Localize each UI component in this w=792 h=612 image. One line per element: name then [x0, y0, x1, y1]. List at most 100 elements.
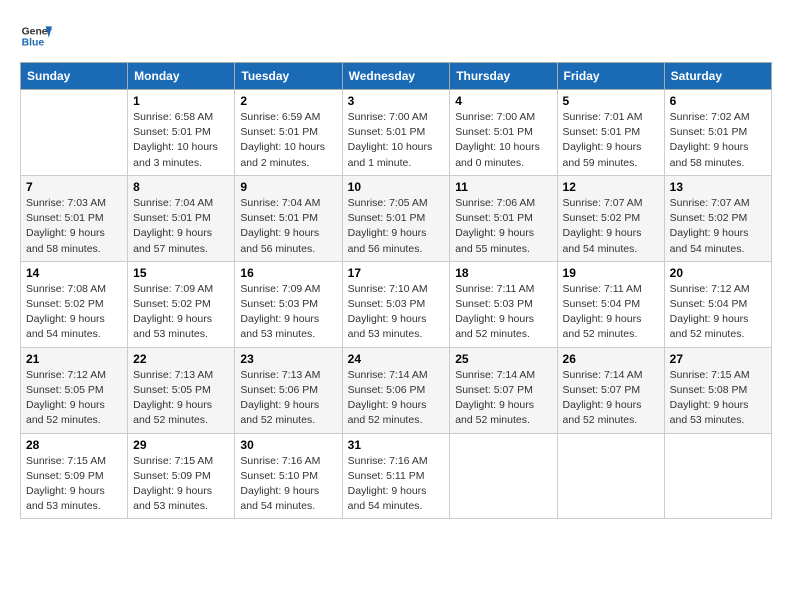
- calendar-week-5: 28 Sunrise: 7:15 AM Sunset: 5:09 PM Dayli…: [21, 433, 772, 519]
- day-number: 15: [133, 266, 229, 280]
- day-info: Sunrise: 7:14 AM Sunset: 5:07 PM Dayligh…: [563, 368, 659, 429]
- day-info: Sunrise: 7:07 AM Sunset: 5:02 PM Dayligh…: [563, 196, 659, 257]
- calendar-cell: 19Sunrise: 7:11 AM Sunset: 5:04 PM Dayli…: [557, 261, 664, 347]
- calendar-cell: 25 Sunrise: 7:14 AM Sunset: 5:07 PM Dayli…: [450, 347, 557, 433]
- day-number: 1: [133, 94, 229, 108]
- calendar-cell: [450, 433, 557, 519]
- calendar-cell: 20 Sunrise: 7:12 AM Sunset: 5:04 PM Dayli…: [664, 261, 771, 347]
- day-number: 26: [563, 352, 659, 366]
- calendar-cell: 14Sunrise: 7:08 AM Sunset: 5:02 PM Dayli…: [21, 261, 128, 347]
- day-info: Sunrise: 7:01 AM Sunset: 5:01 PM Dayligh…: [563, 110, 659, 171]
- header-tuesday: Tuesday: [235, 63, 342, 90]
- day-number: 21: [26, 352, 122, 366]
- day-number: 27: [670, 352, 766, 366]
- calendar-cell: 26 Sunrise: 7:14 AM Sunset: 5:07 PM Dayli…: [557, 347, 664, 433]
- day-number: 10: [348, 180, 445, 194]
- day-number: 11: [455, 180, 551, 194]
- calendar-cell: 23Sunrise: 7:13 AM Sunset: 5:06 PM Dayli…: [235, 347, 342, 433]
- header-thursday: Thursday: [450, 63, 557, 90]
- calendar-cell: 17 Sunrise: 7:10 AM Sunset: 5:03 PM Dayli…: [342, 261, 450, 347]
- calendar-cell: 27Sunrise: 7:15 AM Sunset: 5:08 PM Dayli…: [664, 347, 771, 433]
- calendar-cell: 2 Sunrise: 6:59 AM Sunset: 5:01 PM Daylig…: [235, 90, 342, 176]
- day-info: Sunrise: 7:16 AM Sunset: 5:11 PM Dayligh…: [348, 454, 445, 515]
- day-number: 18: [455, 266, 551, 280]
- header-saturday: Saturday: [664, 63, 771, 90]
- calendar-week-4: 21 Sunrise: 7:12 AM Sunset: 5:05 PM Dayli…: [21, 347, 772, 433]
- calendar-cell: 6 Sunrise: 7:02 AM Sunset: 5:01 PM Daylig…: [664, 90, 771, 176]
- day-number: 25: [455, 352, 551, 366]
- svg-text:Blue: Blue: [22, 38, 45, 49]
- day-info: Sunrise: 7:11 AM Sunset: 5:04 PM Dayligh…: [563, 282, 659, 343]
- calendar-cell: 4 Sunrise: 7:00 AM Sunset: 5:01 PM Daylig…: [450, 90, 557, 176]
- day-number: 29: [133, 438, 229, 452]
- day-info: Sunrise: 7:14 AM Sunset: 5:06 PM Dayligh…: [348, 368, 445, 429]
- day-info: Sunrise: 7:16 AM Sunset: 5:10 PM Dayligh…: [240, 454, 336, 515]
- day-info: Sunrise: 7:15 AM Sunset: 5:09 PM Dayligh…: [133, 454, 229, 515]
- day-number: 4: [455, 94, 551, 108]
- calendar-cell: 11 Sunrise: 7:06 AM Sunset: 5:01 PM Dayli…: [450, 175, 557, 261]
- day-number: 13: [670, 180, 766, 194]
- calendar-cell: 28 Sunrise: 7:15 AM Sunset: 5:09 PM Dayli…: [21, 433, 128, 519]
- calendar-cell: 8 Sunrise: 7:04 AM Sunset: 5:01 PM Daylig…: [128, 175, 235, 261]
- logo-icon: General Blue: [20, 20, 52, 52]
- header-sunday: Sunday: [21, 63, 128, 90]
- calendar-cell: 31Sunrise: 7:16 AM Sunset: 5:11 PM Dayli…: [342, 433, 450, 519]
- day-info: Sunrise: 7:14 AM Sunset: 5:07 PM Dayligh…: [455, 368, 551, 429]
- calendar-cell: 24 Sunrise: 7:14 AM Sunset: 5:06 PM Dayli…: [342, 347, 450, 433]
- calendar-cell: 22 Sunrise: 7:13 AM Sunset: 5:05 PM Dayli…: [128, 347, 235, 433]
- calendar-cell: 3 Sunrise: 7:00 AM Sunset: 5:01 PM Daylig…: [342, 90, 450, 176]
- calendar-week-1: 1 Sunrise: 6:58 AM Sunset: 5:01 PM Daylig…: [21, 90, 772, 176]
- day-number: 5: [563, 94, 659, 108]
- day-number: 22: [133, 352, 229, 366]
- day-number: 12: [563, 180, 659, 194]
- header-monday: Monday: [128, 63, 235, 90]
- day-number: 8: [133, 180, 229, 194]
- day-info: Sunrise: 7:12 AM Sunset: 5:05 PM Dayligh…: [26, 368, 122, 429]
- day-info: Sunrise: 7:10 AM Sunset: 5:03 PM Dayligh…: [348, 282, 445, 343]
- day-number: 3: [348, 94, 445, 108]
- logo: General Blue: [20, 20, 52, 52]
- calendar-cell: 21 Sunrise: 7:12 AM Sunset: 5:05 PM Dayli…: [21, 347, 128, 433]
- calendar-cell: [557, 433, 664, 519]
- calendar-cell: 1 Sunrise: 6:58 AM Sunset: 5:01 PM Daylig…: [128, 90, 235, 176]
- day-info: Sunrise: 7:00 AM Sunset: 5:01 PM Dayligh…: [348, 110, 445, 171]
- day-info: Sunrise: 7:05 AM Sunset: 5:01 PM Dayligh…: [348, 196, 445, 257]
- day-info: Sunrise: 7:07 AM Sunset: 5:02 PM Dayligh…: [670, 196, 766, 257]
- day-info: Sunrise: 7:06 AM Sunset: 5:01 PM Dayligh…: [455, 196, 551, 257]
- calendar-table: SundayMondayTuesdayWednesdayThursdayFrid…: [20, 62, 772, 519]
- day-info: Sunrise: 6:58 AM Sunset: 5:01 PM Dayligh…: [133, 110, 229, 171]
- day-number: 6: [670, 94, 766, 108]
- page-header: General Blue: [20, 20, 772, 52]
- day-number: 23: [240, 352, 336, 366]
- day-number: 14: [26, 266, 122, 280]
- day-info: Sunrise: 7:02 AM Sunset: 5:01 PM Dayligh…: [670, 110, 766, 171]
- day-info: Sunrise: 7:04 AM Sunset: 5:01 PM Dayligh…: [133, 196, 229, 257]
- calendar-cell: 13 Sunrise: 7:07 AM Sunset: 5:02 PM Dayli…: [664, 175, 771, 261]
- calendar-cell: 18Sunrise: 7:11 AM Sunset: 5:03 PM Dayli…: [450, 261, 557, 347]
- calendar-cell: 9Sunrise: 7:04 AM Sunset: 5:01 PM Daylig…: [235, 175, 342, 261]
- day-number: 7: [26, 180, 122, 194]
- calendar-cell: 15 Sunrise: 7:09 AM Sunset: 5:02 PM Dayli…: [128, 261, 235, 347]
- day-number: 24: [348, 352, 445, 366]
- header-wednesday: Wednesday: [342, 63, 450, 90]
- day-number: 2: [240, 94, 336, 108]
- day-info: Sunrise: 7:13 AM Sunset: 5:05 PM Dayligh…: [133, 368, 229, 429]
- calendar-week-3: 14Sunrise: 7:08 AM Sunset: 5:02 PM Dayli…: [21, 261, 772, 347]
- calendar-cell: 30 Sunrise: 7:16 AM Sunset: 5:10 PM Dayli…: [235, 433, 342, 519]
- day-info: Sunrise: 7:00 AM Sunset: 5:01 PM Dayligh…: [455, 110, 551, 171]
- calendar-cell: 5 Sunrise: 7:01 AM Sunset: 5:01 PM Daylig…: [557, 90, 664, 176]
- day-number: 28: [26, 438, 122, 452]
- day-number: 9: [240, 180, 336, 194]
- day-info: Sunrise: 7:03 AM Sunset: 5:01 PM Dayligh…: [26, 196, 122, 257]
- day-info: Sunrise: 6:59 AM Sunset: 5:01 PM Dayligh…: [240, 110, 336, 171]
- day-info: Sunrise: 7:09 AM Sunset: 5:02 PM Dayligh…: [133, 282, 229, 343]
- day-number: 30: [240, 438, 336, 452]
- calendar-cell: 16Sunrise: 7:09 AM Sunset: 5:03 PM Dayli…: [235, 261, 342, 347]
- day-info: Sunrise: 7:15 AM Sunset: 5:09 PM Dayligh…: [26, 454, 122, 515]
- calendar-week-2: 7 Sunrise: 7:03 AM Sunset: 5:01 PM Daylig…: [21, 175, 772, 261]
- day-info: Sunrise: 7:12 AM Sunset: 5:04 PM Dayligh…: [670, 282, 766, 343]
- day-number: 17: [348, 266, 445, 280]
- header-friday: Friday: [557, 63, 664, 90]
- day-number: 20: [670, 266, 766, 280]
- day-info: Sunrise: 7:09 AM Sunset: 5:03 PM Dayligh…: [240, 282, 336, 343]
